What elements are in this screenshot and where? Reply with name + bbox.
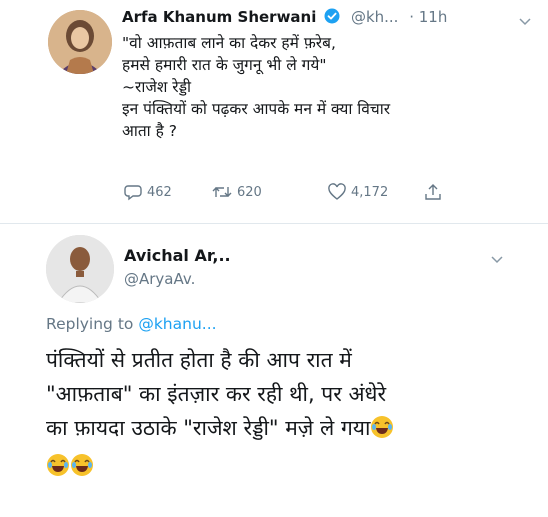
reply-text: पंक्तियों से प्रतीत होता है की आप रात मे… <box>46 343 546 487</box>
reply-line-text: का फ़ायदा उठाके "राजेश रेड्डी" मज़े ले ग… <box>46 416 371 440</box>
tweet-text: "वो आफ़ताब लाने का देकर हमें फ़रेब, हमसे… <box>122 32 522 142</box>
reply-button[interactable]: 462 <box>124 183 172 201</box>
verified-badge-icon <box>324 8 340 28</box>
laughing-emoji-icon <box>370 415 394 449</box>
reply-line: पंक्तियों से प्रतीत होता है की आप रात मे… <box>46 348 352 372</box>
chevron-down-icon[interactable] <box>490 250 504 269</box>
tweet-line: आता है ? <box>122 122 178 140</box>
replying-to: Replying to @khanu... <box>46 315 217 333</box>
retweet-button[interactable]: 620 <box>212 183 262 201</box>
retweet-count: 620 <box>237 184 262 200</box>
heart-icon <box>328 183 346 200</box>
author-name[interactable]: Arfa Khanum Sherwani <box>122 8 316 26</box>
action-bar: 462 620 4,172 <box>124 183 444 207</box>
like-count: 4,172 <box>351 184 389 200</box>
tweet-line: इन पंक्तियों को पढ़कर आपके मन में क्या व… <box>122 100 391 118</box>
timestamp[interactable]: · 11h <box>409 8 447 26</box>
reply-line: "आफ़ताब" का इंतज़ार कर रही थी, पर अंधेरे <box>46 382 387 406</box>
reply-author-handle[interactable]: @AryaAv. <box>124 270 195 288</box>
share-icon <box>425 184 441 200</box>
like-button[interactable]: 4,172 <box>328 183 388 201</box>
laughing-emoji-icon <box>70 453 94 487</box>
retweet-icon <box>212 187 232 197</box>
divider <box>0 223 548 224</box>
laughing-emoji-icon <box>46 453 70 487</box>
emoji-line <box>46 449 546 487</box>
reply-count: 462 <box>147 184 172 200</box>
tweet-header: Arfa Khanum Sherwani @kh... · 11h <box>122 8 447 28</box>
original-tweet: Arfa Khanum Sherwani @kh... · 11h "वो आफ… <box>0 0 548 225</box>
reply-line: का फ़ायदा उठाके "राजेश रेड्डी" मज़े ले ग… <box>46 411 546 449</box>
share-button[interactable] <box>424 183 442 201</box>
tweet-line: "वो आफ़ताब लाने का देकर हमें फ़रेब, <box>122 34 336 52</box>
reply-icon <box>124 185 142 201</box>
replying-prefix: Replying to <box>46 315 134 333</box>
chevron-down-icon[interactable] <box>518 12 532 31</box>
avatar[interactable] <box>48 10 112 74</box>
tweet-line: हमसे हमारी रात के जुगनू भी ले गये" <box>122 56 327 74</box>
avatar[interactable] <box>46 235 114 303</box>
tweet-line: ~राजेश रेड्डी <box>122 78 192 96</box>
reply-author-name[interactable]: Avichal Ar,.. <box>124 246 231 265</box>
author-handle[interactable]: @kh... <box>351 8 399 26</box>
replying-handle-link[interactable]: @khanu... <box>138 315 216 333</box>
